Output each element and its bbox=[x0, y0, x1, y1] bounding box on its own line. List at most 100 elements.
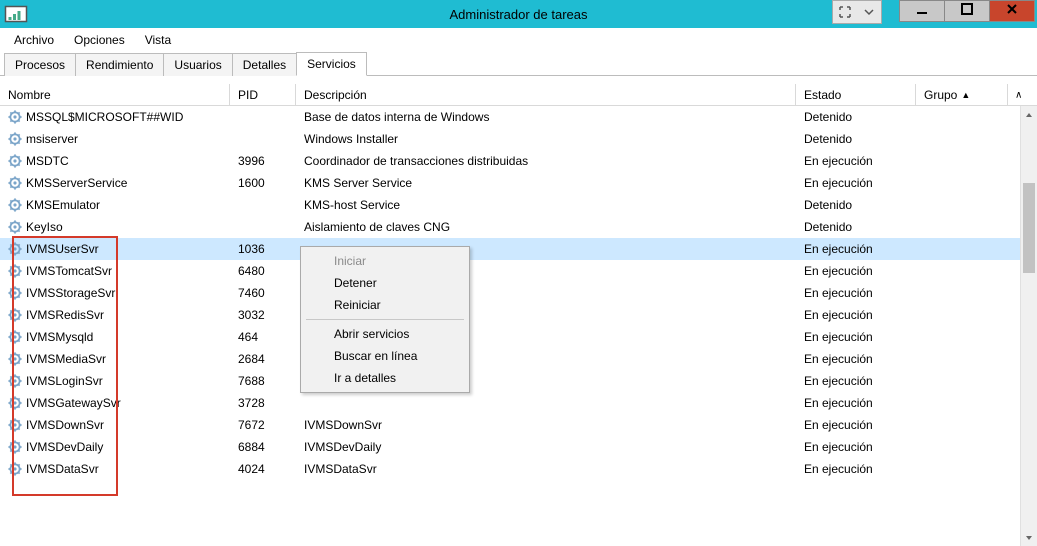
tab-services[interactable]: Servicios bbox=[296, 52, 367, 76]
service-row[interactable]: IVMSStorageSvr7460En ejecución bbox=[0, 282, 1037, 304]
service-name: IVMSDownSvr bbox=[26, 418, 104, 432]
window-controls bbox=[900, 0, 1035, 22]
menu-options[interactable]: Opciones bbox=[66, 29, 133, 51]
service-name-cell: IVMSDevDaily bbox=[0, 440, 230, 454]
service-state: Detenido bbox=[796, 220, 916, 234]
service-row[interactable]: IVMSMysqld464En ejecución bbox=[0, 326, 1037, 348]
menu-view[interactable]: Vista bbox=[137, 29, 179, 51]
column-header-label: Nombre bbox=[8, 88, 51, 102]
service-name-cell: MSDTC bbox=[0, 154, 230, 168]
column-header-description[interactable]: Descripción bbox=[296, 84, 796, 105]
context-menu-go-to-details[interactable]: Ir a detalles bbox=[304, 367, 466, 389]
service-name: KeyIso bbox=[26, 220, 63, 234]
service-row[interactable]: MSSQL$MICROSOFT##WIDBase de datos intern… bbox=[0, 106, 1037, 128]
tab-users[interactable]: Usuarios bbox=[163, 53, 232, 76]
service-row[interactable]: IVMSDownSvr7672IVMSDownSvrEn ejecución bbox=[0, 414, 1037, 436]
column-header-label: Estado bbox=[804, 88, 841, 102]
scroll-track[interactable] bbox=[1021, 123, 1037, 529]
service-name: IVMSMediaSvr bbox=[26, 352, 106, 366]
service-name-cell: IVMSLoginSvr bbox=[0, 374, 230, 388]
service-name: IVMSDataSvr bbox=[26, 462, 99, 476]
service-pid: 4024 bbox=[230, 462, 296, 476]
service-description: Windows Installer bbox=[296, 132, 796, 146]
service-description: IVMSDataSvr bbox=[296, 462, 796, 476]
service-state: En ejecución bbox=[796, 440, 916, 454]
column-header-group[interactable]: Grupo▲ bbox=[916, 84, 1008, 105]
gear-icon bbox=[8, 154, 22, 168]
service-pid: 3996 bbox=[230, 154, 296, 168]
service-row[interactable]: IVMSLoginSvr7688En ejecución bbox=[0, 370, 1037, 392]
expand-icon[interactable] bbox=[833, 1, 857, 23]
column-header-pid[interactable]: PID bbox=[230, 84, 296, 105]
service-name-cell: IVMSMysqld bbox=[0, 330, 230, 344]
service-row[interactable]: KMSServerService1600KMS Server ServiceEn… bbox=[0, 172, 1037, 194]
tab-details[interactable]: Detalles bbox=[232, 53, 297, 76]
service-state: En ejecución bbox=[796, 462, 916, 476]
context-menu-restart[interactable]: Reiniciar bbox=[304, 294, 466, 316]
service-row[interactable]: IVMSUserSvr1036En ejecución bbox=[0, 238, 1037, 260]
context-menu-search-online[interactable]: Buscar en línea bbox=[304, 345, 466, 367]
menu-file[interactable]: Archivo bbox=[6, 29, 62, 51]
gear-icon bbox=[8, 330, 22, 344]
service-pid: 1600 bbox=[230, 176, 296, 190]
service-row[interactable]: IVMSDevDaily6884IVMSDevDailyEn ejecución bbox=[0, 436, 1037, 458]
service-row[interactable]: IVMSMediaSvr2684En ejecución bbox=[0, 348, 1037, 370]
gear-icon bbox=[8, 396, 22, 410]
service-state: En ejecución bbox=[796, 374, 916, 388]
service-row[interactable]: IVMSRedisSvr3032En ejecución bbox=[0, 304, 1037, 326]
aux-window-controls bbox=[832, 0, 882, 24]
context-menu-open-services[interactable]: Abrir servicios bbox=[304, 323, 466, 345]
service-description: IVMSDevDaily bbox=[296, 440, 796, 454]
service-name-cell: IVMSDownSvr bbox=[0, 418, 230, 432]
tab-performance[interactable]: Rendimiento bbox=[75, 53, 164, 76]
service-state: Detenido bbox=[796, 132, 916, 146]
gear-icon bbox=[8, 176, 22, 190]
column-header-state[interactable]: Estado bbox=[796, 84, 916, 105]
scroll-up-icon[interactable] bbox=[1021, 106, 1037, 123]
column-headers: Nombre PID Descripción Estado Grupo▲ ∨ bbox=[0, 84, 1037, 106]
service-row[interactable]: KMSEmulatorKMS-host ServiceDetenido bbox=[0, 194, 1037, 216]
maximize-button[interactable] bbox=[944, 0, 990, 22]
service-name-cell: KMSServerService bbox=[0, 176, 230, 190]
service-name-cell: IVMSRedisSvr bbox=[0, 308, 230, 322]
close-button[interactable] bbox=[989, 0, 1035, 22]
service-name: MSDTC bbox=[26, 154, 69, 168]
service-state: En ejecución bbox=[796, 308, 916, 322]
minimize-button[interactable] bbox=[899, 0, 945, 22]
service-row[interactable]: msiserver Windows InstallerDetenido bbox=[0, 128, 1037, 150]
context-menu-stop[interactable]: Detener bbox=[304, 272, 466, 294]
service-row[interactable]: IVMSGatewaySvr3728En ejecución bbox=[0, 392, 1037, 414]
scroll-thumb[interactable] bbox=[1023, 183, 1035, 273]
service-description: KMS Server Service bbox=[296, 176, 796, 190]
service-row[interactable]: IVMSTomcatSvr6480En ejecución bbox=[0, 260, 1037, 282]
column-header-name[interactable]: Nombre bbox=[0, 84, 230, 105]
column-header-overflow[interactable]: ∨ bbox=[1008, 84, 1030, 105]
service-name-cell: MSSQL$MICROSOFT##WID bbox=[0, 110, 230, 124]
service-name: msiserver bbox=[26, 132, 78, 146]
column-header-label: Descripción bbox=[304, 88, 367, 102]
vertical-scrollbar[interactable] bbox=[1020, 106, 1037, 546]
context-menu-separator bbox=[306, 319, 464, 320]
service-pid: 3728 bbox=[230, 396, 296, 410]
column-header-label: PID bbox=[238, 88, 258, 102]
service-pid: 7672 bbox=[230, 418, 296, 432]
service-name: KMSEmulator bbox=[26, 198, 100, 212]
context-menu-start: Iniciar bbox=[304, 250, 466, 272]
service-name-cell: KMSEmulator bbox=[0, 198, 230, 212]
service-state: En ejecución bbox=[796, 418, 916, 432]
service-name: MSSQL$MICROSOFT##WID bbox=[26, 110, 183, 124]
service-row[interactable]: IVMSDataSvr4024IVMSDataSvrEn ejecución bbox=[0, 458, 1037, 480]
service-name-cell: IVMSGatewaySvr bbox=[0, 396, 230, 410]
sort-indicator-icon: ▲ bbox=[961, 90, 970, 100]
chevron-down-icon[interactable] bbox=[857, 1, 881, 23]
service-state: En ejecución bbox=[796, 242, 916, 256]
service-description: Coordinador de transacciones distribuida… bbox=[296, 154, 796, 168]
gear-icon bbox=[8, 132, 22, 146]
service-row[interactable]: KeyIsoAislamiento de claves CNGDetenido bbox=[0, 216, 1037, 238]
service-row[interactable]: MSDTC 3996Coordinador de transacciones di… bbox=[0, 150, 1037, 172]
service-description: KMS-host Service bbox=[296, 198, 796, 212]
scroll-down-icon[interactable] bbox=[1021, 529, 1037, 546]
tab-processes[interactable]: Procesos bbox=[4, 53, 76, 76]
gear-icon bbox=[8, 220, 22, 234]
service-name: IVMSRedisSvr bbox=[26, 308, 104, 322]
